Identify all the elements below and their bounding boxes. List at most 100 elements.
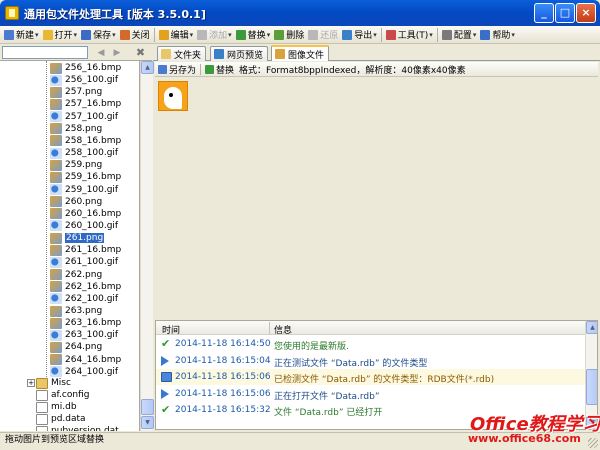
image-file-icon [50, 135, 62, 147]
toolbar-button-6[interactable]: 添加 ▾ [195, 27, 234, 43]
chevron-down-icon[interactable]: ▾ [228, 31, 232, 39]
tree-item[interactable]: 261_100.gif [50, 256, 118, 268]
close-tree-icon[interactable]: ✖ [134, 47, 147, 59]
tree-item[interactable]: 264_16.bmp [50, 354, 121, 366]
log-row[interactable]: 2014-11-18 16:15:04 正在测试文件 “Data.rdb” 的文件… [156, 352, 585, 369]
tree-item[interactable]: 258_16.bmp [50, 135, 121, 147]
tree-item[interactable]: af.config [36, 389, 89, 401]
toolbar-button-5[interactable]: 编辑 ▾ [157, 27, 196, 43]
toolbar-button-3[interactable]: 保存 ▾ [79, 27, 118, 43]
tree-item[interactable]: 256_100.gif [50, 74, 118, 86]
tree-item[interactable]: 262_16.bmp [50, 281, 121, 293]
chevron-down-icon[interactable]: ▾ [373, 31, 377, 39]
tree-item[interactable]: Misc [36, 377, 71, 389]
document-icon [36, 389, 48, 401]
gear-icon [441, 29, 452, 40]
close-window-button[interactable]: × [576, 3, 596, 23]
tree-item[interactable]: 261_16.bmp [50, 244, 121, 256]
monitor-icon [161, 372, 172, 382]
tree-item-label: af.config [51, 390, 90, 400]
toolbar-button-8[interactable]: 删除 [272, 27, 306, 43]
tree-item[interactable]: pubversion.dat [36, 425, 119, 431]
image-icon [275, 49, 285, 59]
image-file-icon [50, 341, 62, 353]
tree-scrollbar[interactable]: ▲ ▼ [140, 61, 154, 431]
image-file-icon [50, 232, 62, 244]
toolbar-button-label: 替换 [247, 31, 266, 41]
chevron-down-icon[interactable]: ▾ [473, 31, 477, 39]
replace-image-button[interactable]: 替换 [216, 63, 234, 76]
tree-item[interactable]: 263.png [50, 305, 102, 317]
log-time: 2014-11-18 16:15:06 [175, 388, 271, 399]
tree-path-input[interactable] [2, 46, 88, 59]
image-file-icon [50, 305, 62, 317]
tree-item[interactable]: 256_16.bmp [50, 62, 121, 74]
tree-item-label: 260_100.gif [65, 220, 119, 231]
resize-grip[interactable] [588, 438, 598, 448]
log-row[interactable]: 2014-11-18 16:15:06 正在打开文件 “Data.rdb” [156, 385, 585, 402]
chevron-down-icon[interactable]: ▾ [190, 31, 194, 39]
toolbar-button-2[interactable]: 打开 ▾ [41, 27, 80, 43]
tree-item[interactable]: 259_16.bmp [50, 171, 121, 183]
toolbar-button-7[interactable]: 替换 ▾ [234, 27, 273, 43]
toolbar-button-1[interactable]: 新建 ▾ [2, 27, 41, 43]
tree-item[interactable]: 264_100.gif [50, 366, 118, 378]
nav-forward-icon[interactable]: ▶ [111, 47, 123, 59]
tree-item[interactable]: 260_100.gif [50, 220, 118, 232]
tree-item[interactable]: 262.png [50, 269, 102, 281]
tree-item[interactable]: 258.png [50, 123, 102, 135]
chevron-down-icon[interactable]: ▾ [74, 31, 78, 39]
tree-item[interactable]: 259.png [50, 159, 102, 171]
chevron-down-icon[interactable]: ▾ [511, 31, 515, 39]
tree-item-label: pd.data [51, 414, 86, 424]
tab-1[interactable]: 文件夹 [157, 46, 207, 61]
maximize-button[interactable]: □ [555, 3, 575, 23]
minimize-button[interactable]: _ [534, 3, 554, 23]
toolbar-button-11[interactable]: 工具(T) ▾ [384, 27, 435, 43]
chevron-down-icon[interactable]: ▾ [112, 31, 116, 39]
log-scroll-thumb[interactable] [586, 369, 597, 405]
tree-item[interactable]: 263_100.gif [50, 329, 118, 341]
tree-item[interactable]: 261.png [50, 232, 105, 244]
save-as-button[interactable]: 另存为 [169, 63, 196, 76]
column-separator[interactable] [269, 322, 270, 334]
tree-item[interactable]: 257.png [50, 86, 102, 98]
gif-file-icon [50, 366, 62, 378]
tree-item[interactable]: 260_16.bmp [50, 208, 121, 220]
toolbar-button-13[interactable]: 帮助 ▾ [478, 27, 517, 43]
tree-item[interactable]: 264.png [50, 341, 102, 353]
tab-2[interactable]: 网页预览 [210, 46, 269, 61]
image-preview-area[interactable] [155, 78, 598, 316]
tree-item[interactable]: 263_16.bmp [50, 317, 121, 329]
toolbar-button-10[interactable]: 导出 ▾ [340, 27, 379, 43]
log-row[interactable]: 2014-11-18 16:15:06 已检测文件 “Data.rdb” 的文件类… [156, 369, 585, 385]
tree-item-label: 261.png [65, 233, 105, 244]
chevron-down-icon[interactable]: ▾ [429, 31, 433, 39]
toolbar-button-label: 保存 [93, 31, 112, 41]
tree-item[interactable]: 258_100.gif [50, 147, 118, 159]
toolbar-button-12[interactable]: 配置 ▾ [440, 27, 479, 43]
image-file-icon [50, 208, 62, 220]
log-row[interactable]: ✔ 2014-11-18 16:14:50 您使用的是最新版. [156, 336, 585, 352]
chevron-down-icon[interactable]: ▾ [35, 31, 39, 39]
log-scroll-up-icon[interactable]: ▲ [586, 321, 597, 334]
tree-item[interactable]: 262_100.gif [50, 293, 118, 305]
tree-item[interactable]: 257_100.gif [50, 111, 118, 123]
tab-3[interactable]: 图像文件 [271, 45, 330, 61]
log-col-time[interactable]: 时间 [162, 323, 180, 336]
tree-item[interactable]: 259_100.gif [50, 184, 118, 196]
scroll-down-icon[interactable]: ▼ [141, 416, 154, 429]
toolbar-button-9[interactable]: 还原 [306, 27, 340, 43]
tree-item[interactable]: 257_16.bmp [50, 98, 121, 110]
scroll-thumb[interactable] [141, 399, 154, 415]
tree-item[interactable]: mi.db [36, 401, 77, 413]
tree-item[interactable]: pd.data [36, 413, 86, 425]
scroll-up-icon[interactable]: ▲ [141, 61, 154, 74]
tree-item[interactable]: 260.png [50, 196, 102, 208]
tree-item-label: 258.png [65, 123, 103, 134]
chevron-down-icon[interactable]: ▾ [267, 31, 271, 39]
expand-misc-icon[interactable]: + [27, 379, 35, 387]
log-col-info[interactable]: 信息 [274, 323, 292, 336]
nav-back-icon[interactable]: ◀ [95, 47, 107, 59]
toolbar-button-4[interactable]: 关闭 [118, 27, 152, 43]
